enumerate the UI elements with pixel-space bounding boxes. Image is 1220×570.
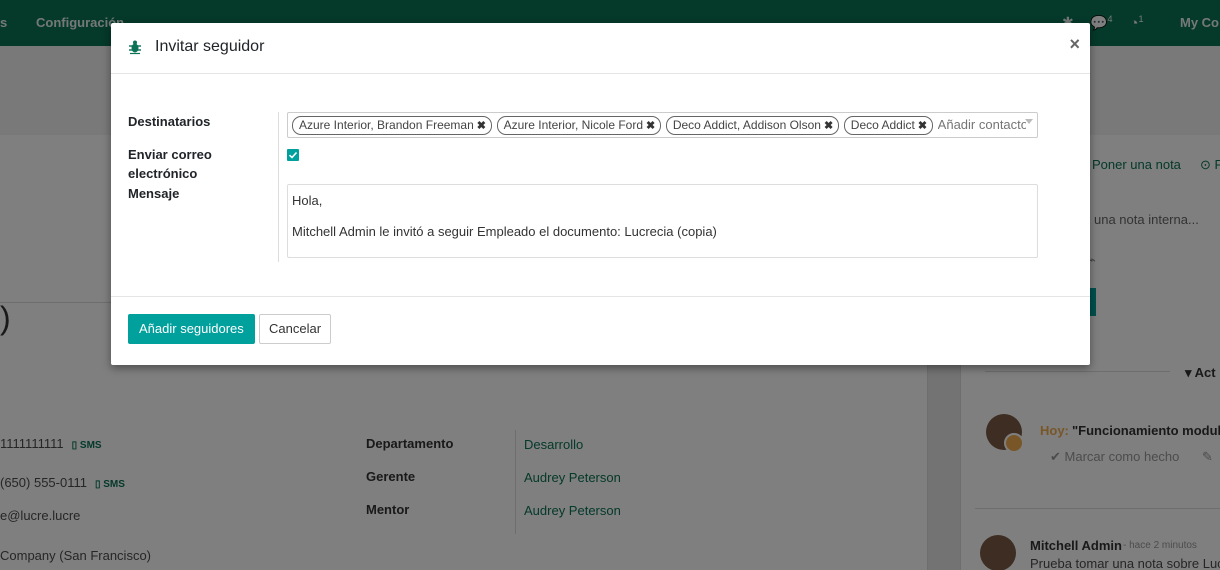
remove-tag-icon[interactable]: ✖ [918,120,927,132]
recipient-tag: Deco Addict ✖ [843,116,934,135]
label-separator [278,112,279,262]
message-label: Mensaje [128,186,180,201]
recipient-tag: Azure Interior, Nicole Ford ✖ [496,116,662,135]
bug-icon [129,40,141,55]
remove-tag-icon[interactable]: ✖ [646,120,655,132]
recipient-tag-label: Azure Interior, Brandon Freeman [299,118,474,132]
dialog-header: Invitar seguidor × [111,23,1090,74]
remove-tag-icon[interactable]: ✖ [824,120,833,132]
recipient-tag: Deco Addict, Addison Olson ✖ [665,116,840,135]
add-contact-input[interactable] [937,116,1026,134]
check-icon [288,151,298,159]
message-line: Mitchell Admin le invitó a seguir Emplea… [292,224,717,239]
add-followers-button[interactable]: Añadir seguidores [128,314,255,344]
dialog-footer: Añadir seguidores Cancelar [111,296,1090,365]
recipient-tag-label: Deco Addict [850,118,915,132]
chevron-down-icon[interactable] [1025,119,1033,124]
dialog-body: Destinatarios Enviar correo electrónico … [111,74,1090,296]
recipients-field[interactable]: Azure Interior, Brandon Freeman ✖ Azure I… [287,112,1038,138]
send-email-label: Enviar correo electrónico [128,147,212,181]
cancel-button[interactable]: Cancelar [259,314,332,344]
message-line: Hola, [292,193,323,208]
recipient-tag: Azure Interior, Brandon Freeman ✖ [292,116,492,135]
remove-tag-icon[interactable]: ✖ [477,120,486,132]
dialog-title: Invitar seguidor [155,38,265,55]
recipient-tag-label: Azure Interior, Nicole Ford [503,118,643,132]
send-email-checkbox[interactable] [287,149,299,161]
message-editor[interactable]: Hola, Mitchell Admin le invitó a seguir … [287,184,1038,258]
recipients-label: Destinatarios [128,114,211,129]
recipient-tag-label: Deco Addict, Addison Olson [672,118,821,132]
invite-follower-dialog: Invitar seguidor × Destinatarios Enviar … [111,23,1090,365]
close-button[interactable]: × [1069,35,1080,53]
